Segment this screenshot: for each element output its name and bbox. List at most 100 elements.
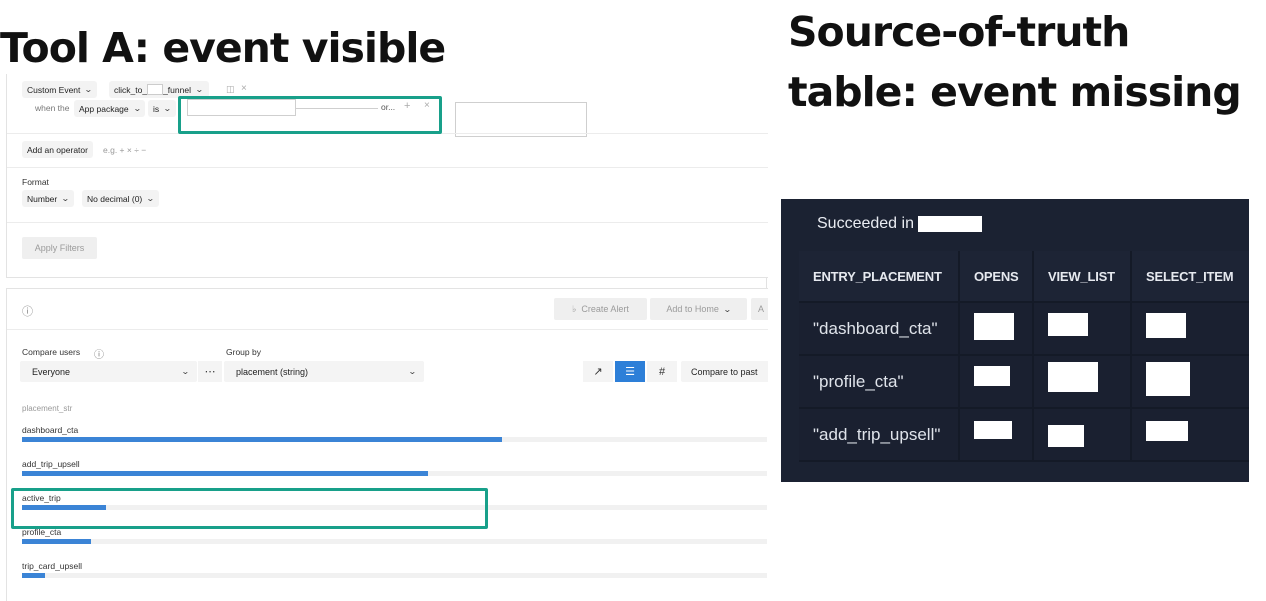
decimal-label: No decimal (0) [87, 193, 143, 204]
chevron-down-icon: ⌄ [194, 85, 204, 94]
sot-value-cell [1034, 303, 1132, 356]
info-icon: ⓘ [94, 350, 104, 361]
sot-title-line2: table: event missing [788, 68, 1242, 116]
format-type-dropdown[interactable]: Number ⌄ [22, 190, 74, 207]
sot-header: Succeeded in [817, 215, 982, 233]
bar-trip_card_upsell[interactable] [22, 573, 45, 578]
sot-value-cell [1132, 303, 1249, 356]
more-options-icon[interactable]: ⋯ [198, 361, 222, 382]
group-by-value: placement (string) [236, 366, 309, 377]
bar-label: add_trip_upsell [22, 459, 80, 469]
bar-track [22, 539, 767, 544]
chart-card: ⓘ ♭ Create Alert Add to Home ⌄ A Compare u… [6, 288, 768, 601]
operator-label: is [153, 103, 160, 114]
sot-header-redaction [917, 216, 982, 232]
value-redaction [1048, 362, 1098, 392]
bar-chart-icon[interactable]: ☰ [615, 361, 645, 382]
chevron-down-icon: ⌄ [181, 367, 191, 376]
bar-dashboard_cta[interactable] [22, 437, 502, 442]
value-redaction [974, 366, 1010, 386]
tool-a-panel: Custom Event ⌄ click_to_ _funnel ⌄ ◫ × wh… [0, 74, 768, 601]
bar-track [22, 437, 767, 442]
property-dropdown[interactable]: App package ⌄ [74, 100, 146, 117]
chevron-down-icon: ⌄ [132, 104, 142, 113]
add-to-home-label: Add to Home [666, 304, 719, 314]
group-by-label: Group by [226, 347, 261, 357]
sot-table-row: "dashboard_cta" [799, 303, 1249, 356]
metric-hash-icon[interactable]: # [647, 361, 677, 382]
divider [7, 329, 768, 330]
bar-label: dashboard_cta [22, 425, 79, 435]
sot-value-cell [960, 356, 1034, 409]
sot-value-cell [1132, 409, 1249, 462]
event-name-prefix: click_to_ [114, 84, 148, 95]
chevron-down-icon: ⌄ [146, 194, 155, 203]
line-chart-icon[interactable]: ↗ [583, 361, 613, 382]
value-redaction [1146, 362, 1190, 396]
compare-users-label: Compare users [22, 347, 81, 357]
sot-value-cell [960, 303, 1034, 356]
bar-track [22, 471, 767, 476]
source-of-truth-panel: Succeeded in ENTRY_PLACEMENT OPENS VIEW_LI… [781, 199, 1249, 482]
sot-value-cell [1132, 356, 1249, 409]
add-operator-hint: e.g. + × ÷ − [103, 145, 147, 155]
sot-column-header: SELECT_ITEM [1132, 251, 1249, 303]
chevron-down-icon: ⌄ [84, 85, 94, 94]
sot-placement-cell: "add_trip_upsell" [799, 409, 960, 462]
event-name-redaction [147, 84, 164, 95]
sot-header-row: ENTRY_PLACEMENT OPENS VIEW_LIST SELECT_ITEM [799, 251, 1249, 303]
value-redaction [1146, 421, 1188, 441]
value-redaction [1146, 313, 1186, 338]
create-alert-button[interactable]: ♭ Create Alert [554, 298, 647, 320]
format-type-label: Number [27, 193, 58, 204]
active-trip-highlight-box [11, 488, 488, 529]
tool-a-title: Tool A: event visible [0, 24, 446, 72]
value-redaction [1048, 425, 1084, 447]
sot-column-header: VIEW_LIST [1034, 251, 1132, 303]
when-the-label: when the [35, 103, 70, 113]
sot-table-row: "add_trip_upsell" [799, 409, 1249, 462]
copy-icon[interactable]: ◫ [226, 84, 235, 95]
event-type-label: Custom Event [27, 84, 81, 95]
sot-value-cell [1034, 356, 1132, 409]
bar-track [22, 573, 767, 578]
operator-dropdown[interactable]: is ⌄ [148, 100, 176, 117]
sot-column-header: ENTRY_PLACEMENT [799, 251, 960, 303]
property-label: App package [79, 103, 129, 114]
close-icon[interactable]: × [241, 83, 247, 94]
compare-users-dropdown[interactable]: Everyone ⌄ [20, 361, 197, 382]
chevron-down-icon: ⌄ [722, 304, 732, 314]
bar-add_trip_upsell[interactable] [22, 471, 428, 476]
compare-to-past-label: Compare to past [691, 366, 758, 377]
bell-icon: ♭ [572, 303, 577, 314]
sot-header-text: Succeeded in [817, 215, 914, 232]
bar-profile_cta[interactable] [22, 539, 91, 544]
add-operator-button[interactable]: Add an operator [22, 141, 93, 158]
values-popover-redaction [455, 102, 587, 137]
compare-users-value: Everyone [32, 366, 71, 377]
sot-title-line1: Source-of-truth [788, 8, 1130, 56]
divider [7, 167, 768, 168]
filter-highlight-box [178, 96, 442, 134]
info-icon[interactable]: ⓘ [22, 303, 33, 319]
compare-to-past-dropdown[interactable]: Compare to past [681, 361, 768, 382]
add-to-home-button[interactable]: Add to Home ⌄ [650, 298, 747, 320]
sot-placement-cell: "dashboard_cta" [799, 303, 960, 356]
add-operator-label: Add an operator [27, 144, 88, 155]
apply-filters-button[interactable]: Apply Filters [22, 237, 97, 259]
sot-placement-cell: "profile_cta" [799, 356, 960, 409]
decimal-dropdown[interactable]: No decimal (0) ⌄ [82, 190, 159, 207]
bar-label: trip_card_upsell [22, 561, 83, 571]
event-name-suffix: _funnel [163, 84, 191, 95]
value-redaction [1048, 313, 1088, 336]
more-actions-button[interactable]: A [751, 298, 768, 320]
group-by-dropdown[interactable]: placement (string) ⌄ [224, 361, 424, 382]
format-label: Format [22, 177, 49, 187]
sot-column-header: OPENS [960, 251, 1034, 303]
value-redaction [974, 313, 1014, 340]
sot-value-cell [960, 409, 1034, 462]
create-alert-label: Create Alert [581, 304, 629, 314]
sot-table-row: "profile_cta" [799, 356, 1249, 409]
chevron-down-icon: ⌄ [61, 194, 70, 203]
event-type-dropdown[interactable]: Custom Event ⌄ [22, 81, 98, 98]
